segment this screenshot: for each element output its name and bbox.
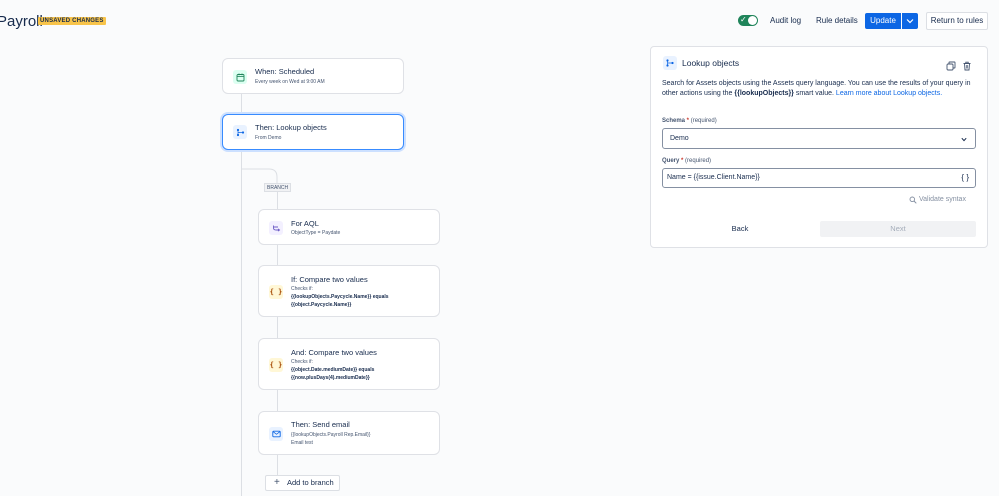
search-icon [909, 196, 917, 204]
card-subtitle: From Demo [255, 135, 282, 141]
schema-selected-value: Demo [670, 135, 689, 142]
card-title: Then: Send email [291, 420, 350, 429]
card-title: For AQL [291, 219, 319, 228]
card-title: If: Compare two values [291, 275, 368, 284]
card-title: And: Compare two values [291, 348, 377, 357]
audit-log-button[interactable]: Audit log [770, 16, 801, 25]
connector-line [277, 317, 278, 338]
required-asterisk: * [685, 118, 690, 124]
connector-line [277, 192, 278, 209]
panel-title: Lookup objects [682, 58, 740, 68]
branch-card-for-aql[interactable]: For AQL ObjectType = Paydate [258, 209, 440, 245]
connector-line [241, 94, 242, 114]
card-subtitle: Every week on Wed at 9:00 AM [255, 79, 325, 85]
card-subtitle: Email test [291, 440, 313, 446]
add-to-branch-button[interactable]: + Add to branch [265, 475, 340, 491]
rule-details-button[interactable]: Rule details [816, 16, 858, 25]
copy-icon[interactable] [946, 58, 956, 76]
card-condition-line: {{now.plusDays(4).mediumDate}} [291, 375, 370, 381]
branch-label: BRANCH [264, 183, 292, 192]
back-button[interactable]: Back [662, 221, 818, 237]
validate-syntax-label: Validate syntax [919, 196, 966, 203]
plus-icon: + [274, 477, 280, 488]
condition-card-if-compare[interactable]: { } If: Compare two values Checks if: {{… [258, 265, 440, 317]
action-card-lookup-objects[interactable]: Then: Lookup objects From Demo [222, 114, 404, 150]
braces-icon: { } [269, 285, 283, 299]
learn-more-link[interactable]: Learn more about Lookup objects [836, 90, 940, 97]
condition-card-and-compare[interactable]: { } And: Compare two values Checks if: {… [258, 338, 440, 390]
schema-label: Schema * (required) [662, 118, 717, 124]
description-text: smart value. [793, 90, 836, 97]
validate-syntax-button[interactable]: Validate syntax [905, 193, 976, 207]
card-subtitle: ObjectType = Paydate [291, 230, 341, 236]
unsaved-changes-badge: UNSAVED CHANGES [38, 17, 106, 25]
query-label: Query * (required) [662, 158, 711, 164]
rule-enabled-toggle[interactable]: ✓ [738, 15, 758, 26]
smart-value-braces-icon[interactable]: { } [961, 169, 969, 187]
braces-icon: { } [269, 358, 283, 372]
panel-description: Search for Assets objects using the Asse… [662, 79, 972, 99]
toggle-knob [748, 16, 757, 25]
connector-line [277, 390, 278, 411]
smart-value-text: {{lookupObjects}} [734, 90, 794, 97]
card-checks-label: Checks if: [291, 286, 313, 292]
trash-icon[interactable] [962, 58, 972, 76]
update-button[interactable]: Update [865, 13, 901, 29]
required-note: (required) [690, 118, 717, 124]
chevron-down-icon [906, 19, 914, 24]
update-dropdown-button[interactable] [902, 13, 918, 29]
add-to-branch-label: Add to branch [287, 478, 334, 487]
branch-nodes-icon [663, 56, 677, 70]
card-checks-label: Checks if: [291, 359, 313, 365]
card-condition-line: {{lookupObjects.Paycycle.Name}} equals [291, 294, 389, 300]
return-to-rules-button[interactable]: Return to rules [926, 12, 988, 30]
chevron-down-icon [961, 137, 967, 142]
next-button[interactable]: Next [820, 221, 976, 237]
trigger-card-scheduled[interactable]: When: Scheduled Every week on Wed at 9:0… [222, 58, 404, 94]
query-input[interactable]: Name = {{issue.Client.Name}} { } [662, 168, 976, 188]
connector-line [241, 150, 242, 496]
card-title: When: Scheduled [255, 67, 315, 76]
required-asterisk: * [679, 158, 684, 164]
card-title: Then: Lookup objects [255, 123, 327, 132]
card-condition-line: {{object.Paycycle.Name}} [291, 302, 352, 308]
required-note: (required) [685, 158, 712, 164]
query-label-text: Query [662, 158, 680, 164]
envelope-icon [269, 427, 283, 441]
branch-loop-icon [269, 221, 283, 235]
rule-title: Payroll [0, 13, 43, 30]
schema-select[interactable]: Demo [662, 128, 976, 149]
branch-nodes-icon [233, 125, 247, 139]
connector-line [277, 245, 278, 265]
check-icon: ✓ [740, 15, 747, 24]
connector-line [277, 455, 278, 475]
description-end: . [940, 90, 943, 97]
calendar-icon [233, 70, 247, 84]
card-condition-line: {{object.Date.mediumDate}} equals [291, 367, 375, 373]
query-input-value: Name = {{issue.Client.Name}} [667, 174, 760, 181]
action-card-send-email[interactable]: Then: Send email {{lookupObjects.Payroll… [258, 411, 440, 455]
card-subtitle: {{lookupObjects.Payroll Rep.Email}} [291, 432, 371, 438]
schema-label-text: Schema [662, 118, 686, 124]
